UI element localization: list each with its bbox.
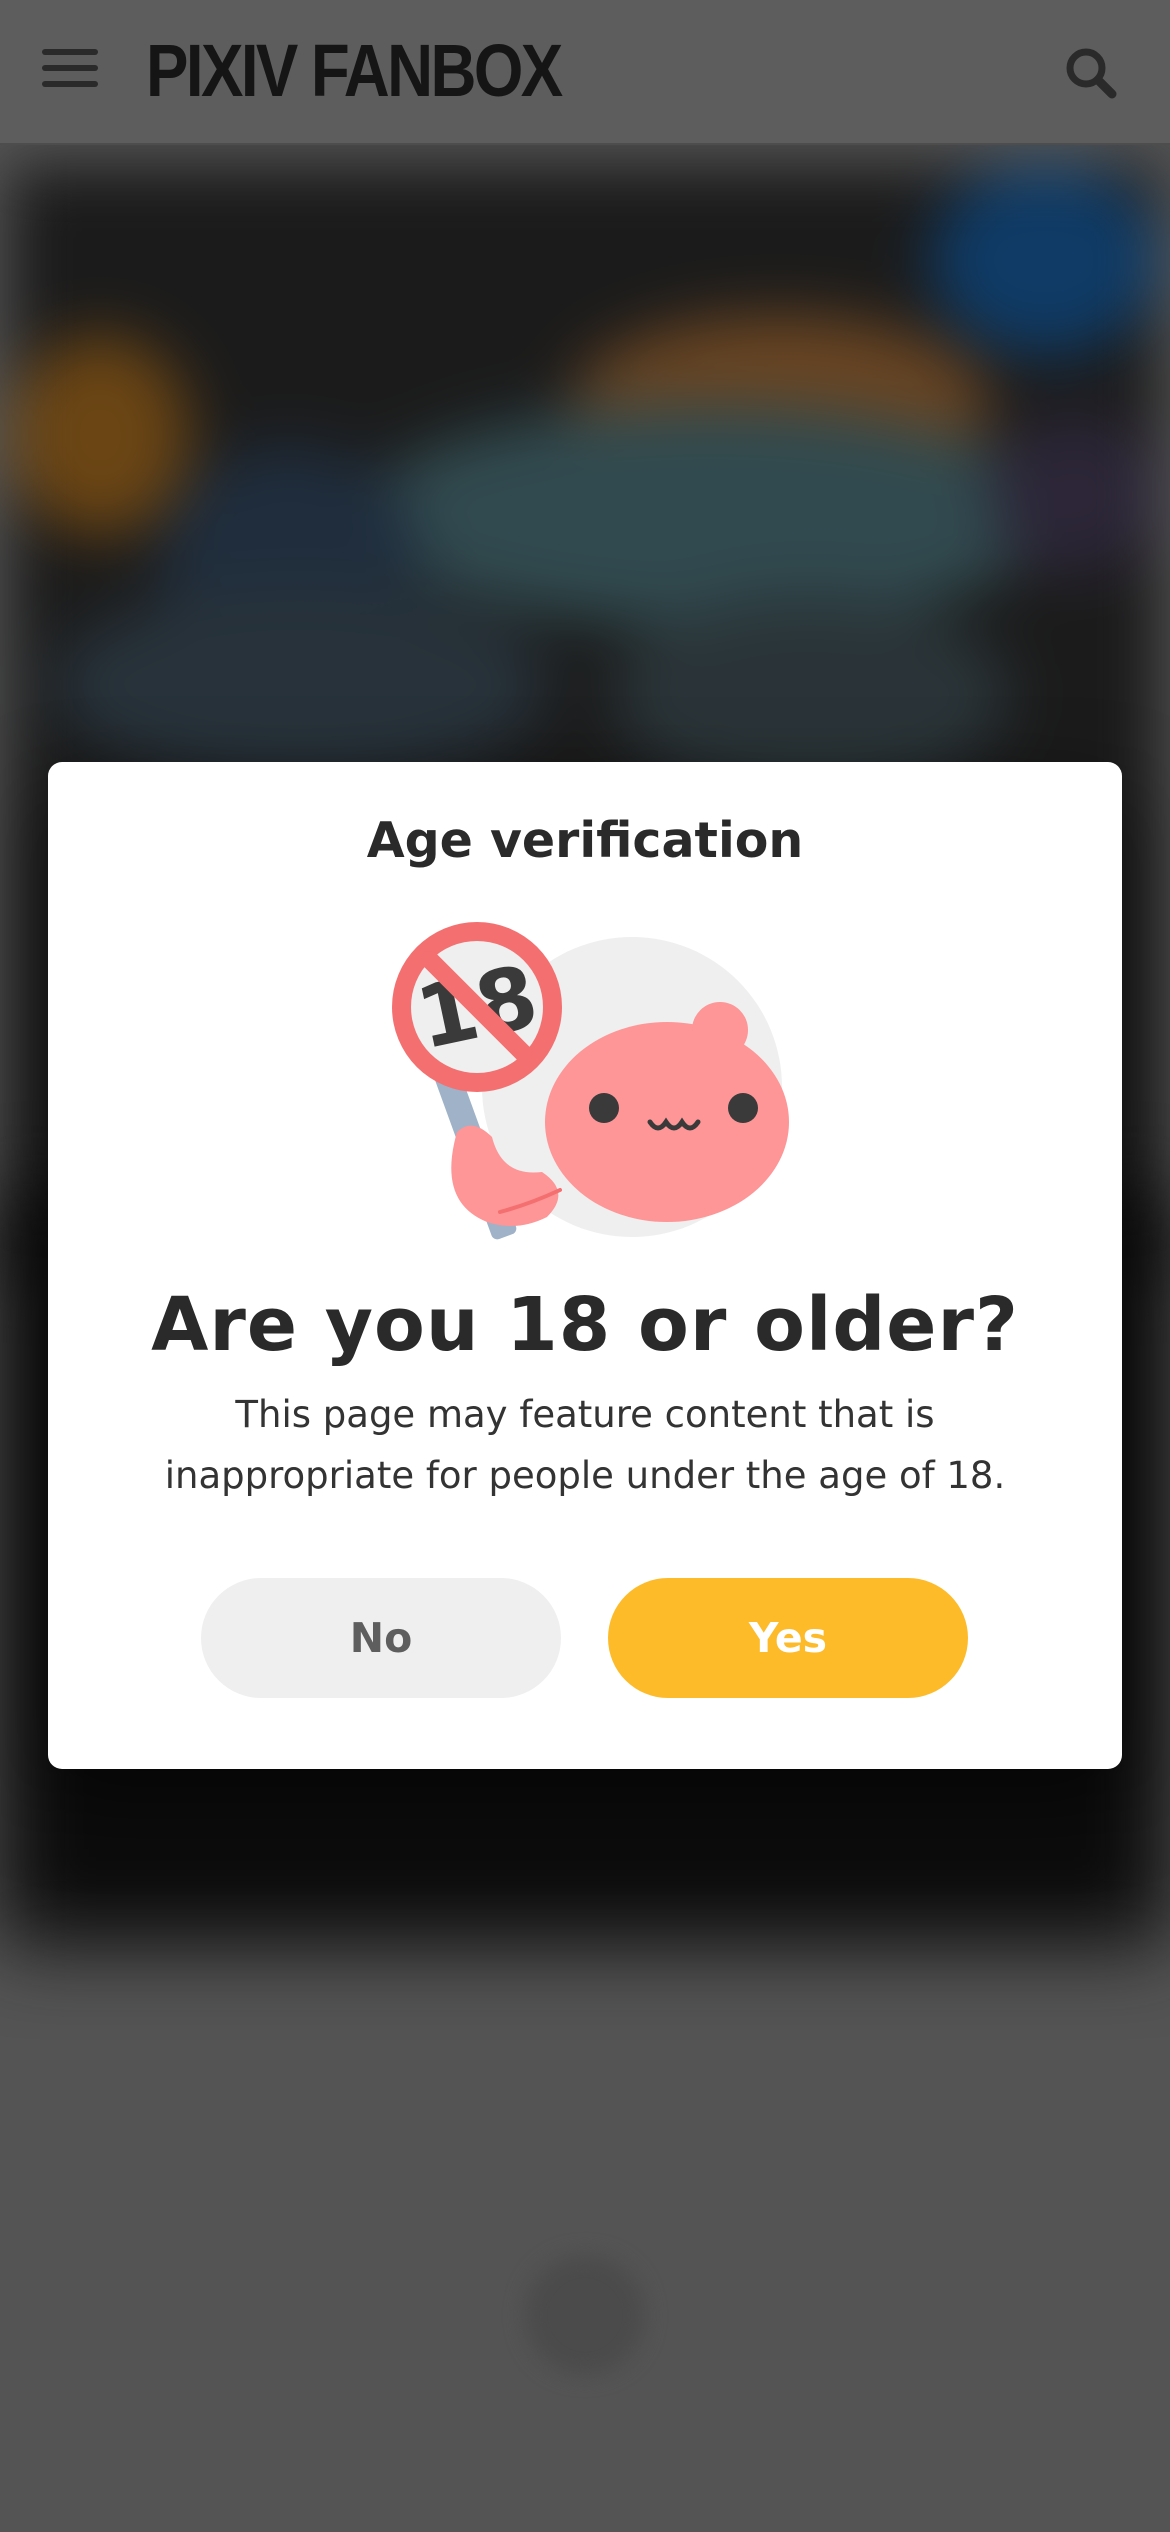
search-icon[interactable] xyxy=(1062,44,1120,102)
yes-button[interactable]: Yes xyxy=(608,1578,968,1698)
age-verification-dialog: Age verification 18 Are you 18 or older? xyxy=(48,762,1122,1769)
fanbox-logo[interactable]: PIXIV FANBOX xyxy=(146,26,563,116)
dialog-title: Age verification xyxy=(366,812,804,869)
no-button[interactable]: No xyxy=(201,1578,561,1698)
age-question: Are you 18 or older? xyxy=(151,1282,1019,1368)
age-warning-text: This page may feature content that is in… xyxy=(164,1393,1006,1497)
hamburger-menu-icon[interactable] xyxy=(42,46,100,90)
mascot-18-sign-icon: 18 xyxy=(382,912,792,1242)
app-header: PIXIV FANBOX xyxy=(0,0,1170,145)
